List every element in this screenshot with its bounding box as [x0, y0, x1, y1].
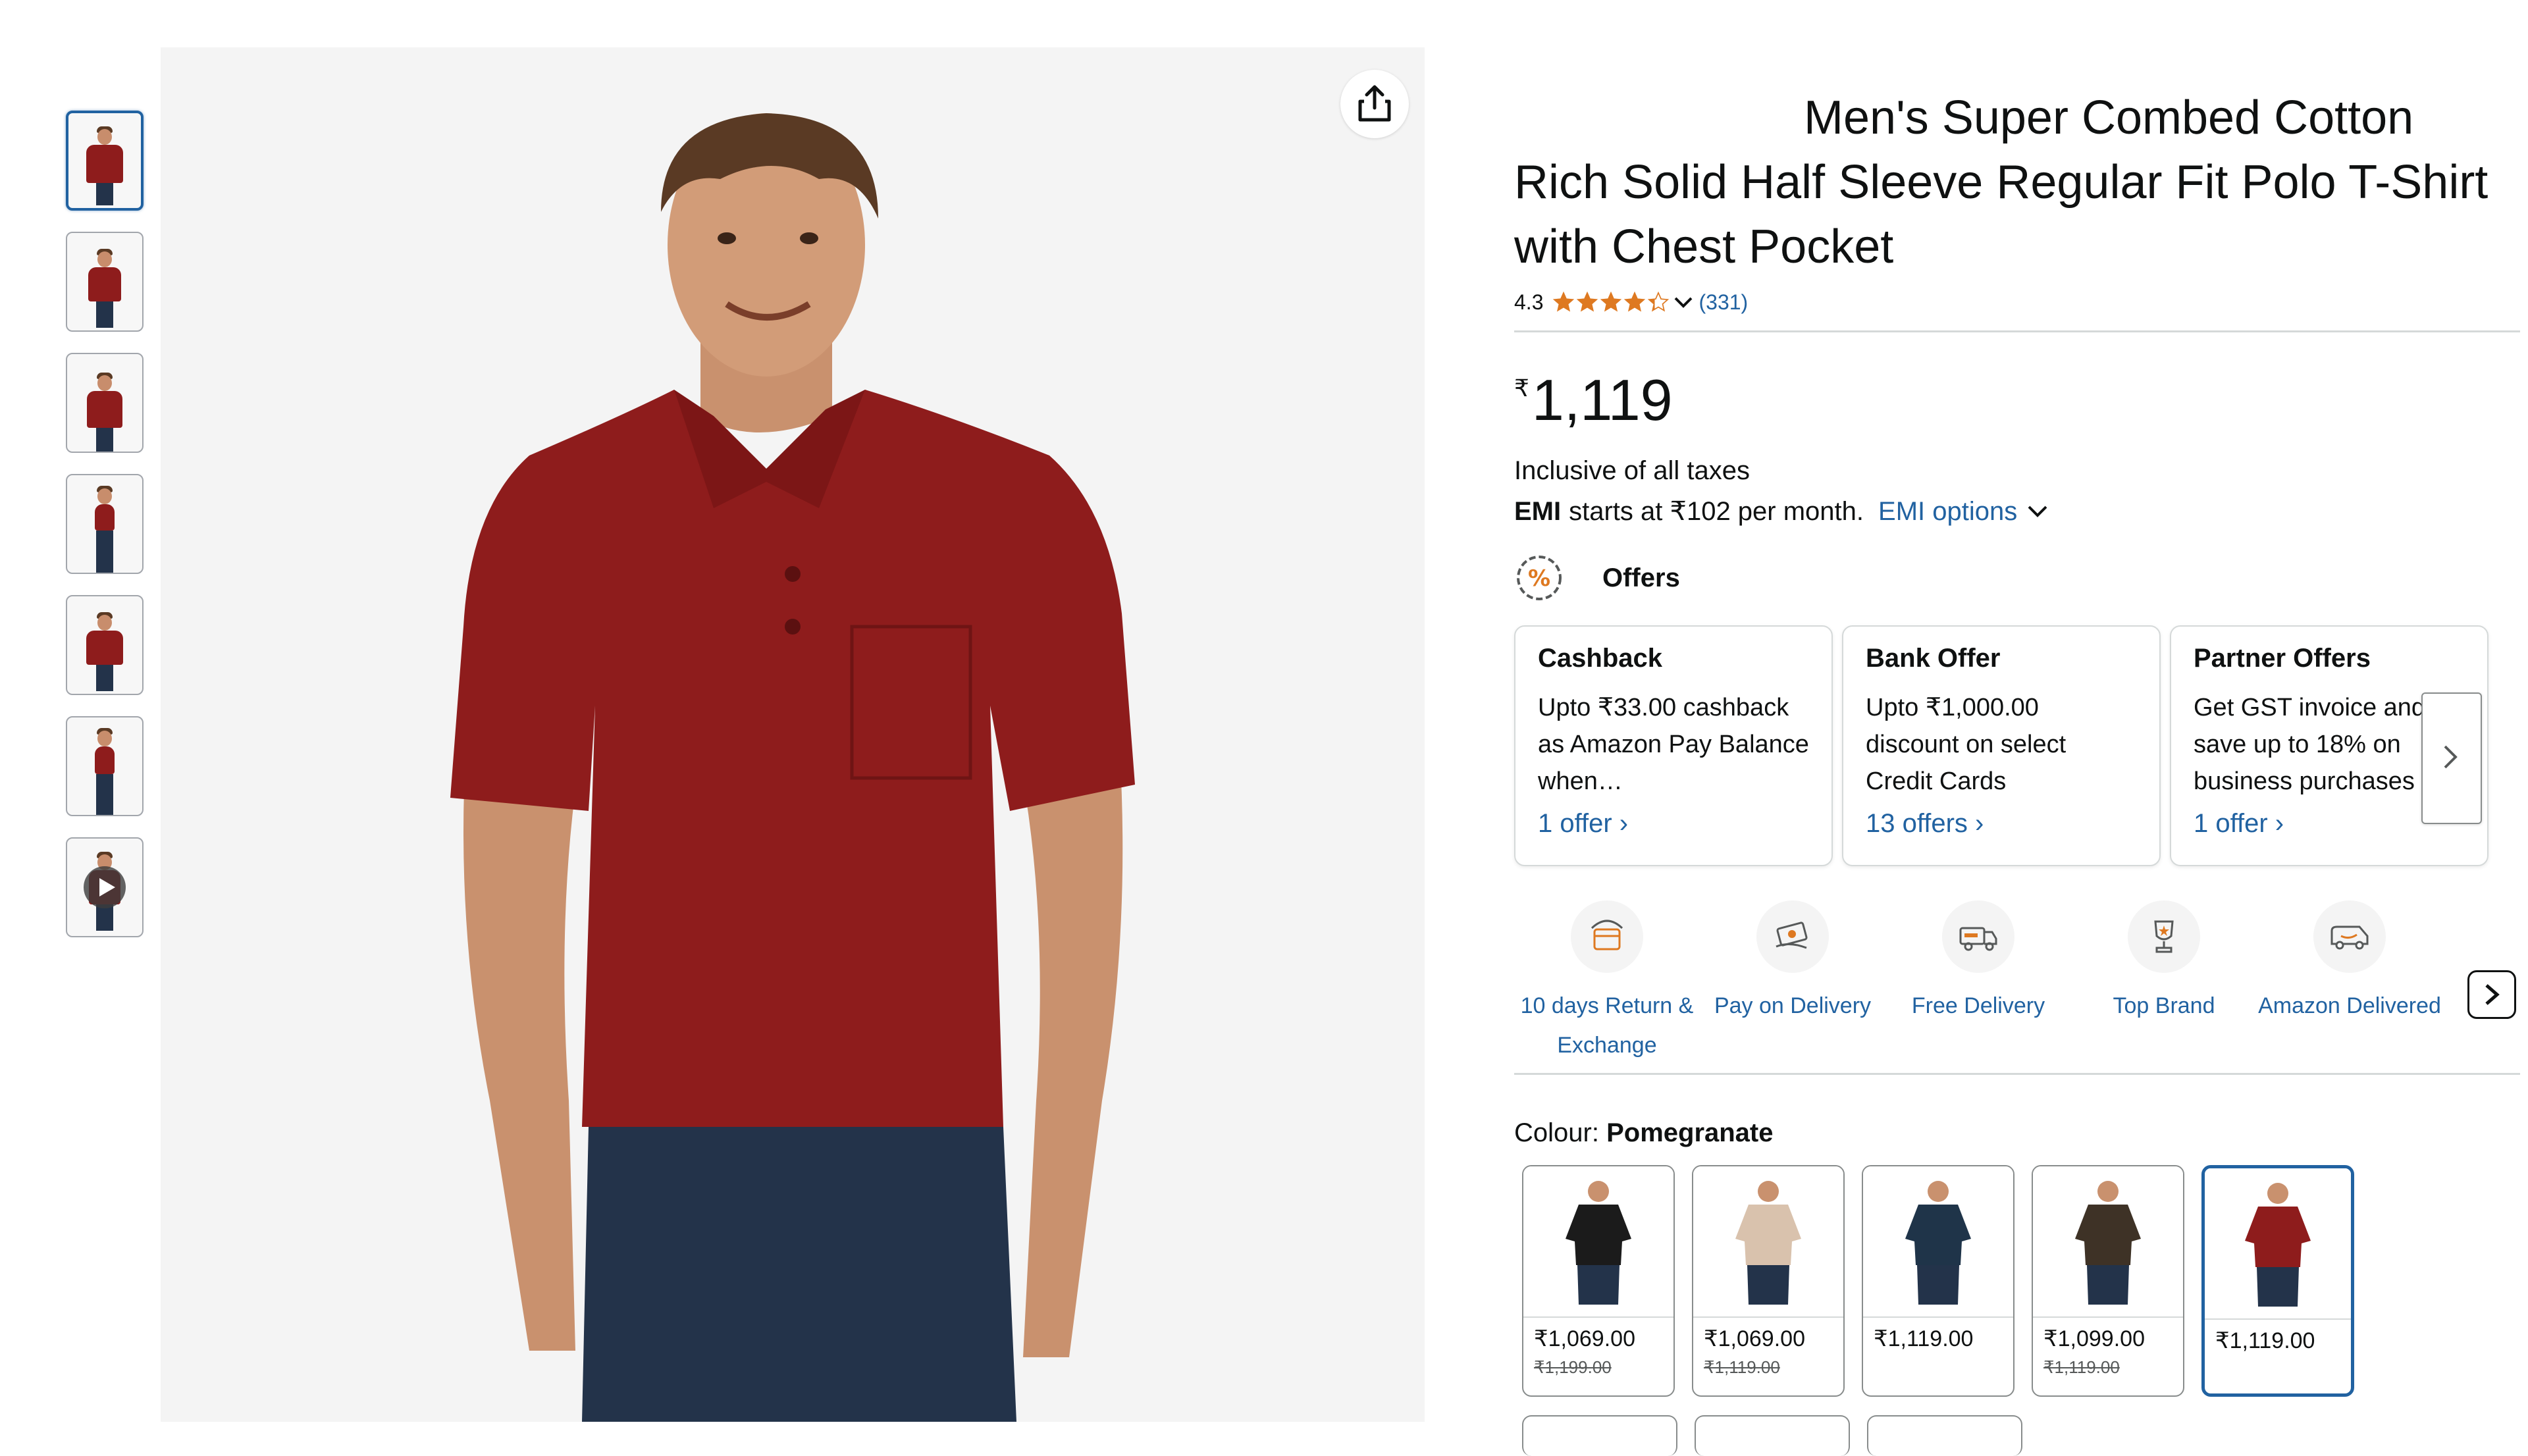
model-figure: [82, 603, 128, 694]
chevron-down-icon[interactable]: [2026, 504, 2049, 519]
return-box-icon: [1571, 900, 1643, 973]
feature-label: Top Brand: [2113, 993, 2215, 1018]
colour-swatch[interactable]: ₹1,069.00 ₹1,199.00: [1522, 1165, 1675, 1397]
swatch-image: [2205, 1168, 2351, 1320]
trophy-icon: [2128, 900, 2200, 973]
star-icon: [1624, 291, 1646, 312]
share-button[interactable]: [1340, 70, 1409, 138]
colour-label: Colour: Pomegranate: [1514, 1118, 1774, 1147]
offer-card[interactable]: Bank Offer Upto ₹1,000.00 discount on sel…: [1842, 625, 2161, 866]
model-figure: [82, 118, 128, 208]
svg-text:%: %: [1528, 565, 1550, 592]
divider: [1514, 330, 2520, 332]
chevron-down-icon[interactable]: [1673, 296, 1693, 309]
gallery-thumbnail[interactable]: [66, 232, 144, 332]
gallery-thumbnail[interactable]: [66, 474, 144, 574]
cash-hand-icon: [1756, 900, 1829, 973]
feature-badge[interactable]: Pay on Delivery: [1700, 900, 1885, 1073]
colour-swatch[interactable]: [1695, 1415, 1850, 1456]
swatch-mrp: ₹1,119.00: [1704, 1357, 1780, 1377]
features-next-button[interactable]: [2467, 970, 2516, 1019]
gallery-thumbnail[interactable]: [66, 353, 144, 453]
colour-swatch[interactable]: ₹1,119.00: [2201, 1165, 2354, 1397]
offer-card-title: Partner Offers: [2194, 644, 2371, 673]
gallery-video-thumbnail[interactable]: [66, 837, 144, 937]
feature-badge[interactable]: Amazon Delivered: [2257, 900, 2442, 1073]
model-figure: [82, 721, 128, 815]
swatch-mrp: ₹1,119.00: [2043, 1357, 2120, 1377]
amazon-van-icon: [2313, 900, 2386, 973]
offer-card-body: Upto ₹33.00 cashback as Amazon Pay Balan…: [1538, 694, 1809, 795]
colour-swatches-row-2: [1522, 1415, 2520, 1456]
product-details: Men's Super Combed Cotton Rich Solid Hal…: [1514, 86, 2520, 1456]
model-figure: [82, 479, 128, 573]
gallery-thumbnail[interactable]: [66, 716, 144, 816]
feature-badge[interactable]: Free Delivery: [1885, 900, 2071, 1073]
offers-heading: % Offers: [1514, 553, 2520, 603]
star-rating[interactable]: [1552, 291, 1670, 313]
swatch-mrp: ₹1,199.00: [1534, 1357, 1612, 1377]
chevron-right-icon: [2485, 984, 2500, 1005]
star-icon: [1577, 291, 1598, 312]
offer-card[interactable]: Cashback Upto ₹33.00 cashback as Amazon P…: [1514, 625, 1833, 866]
star-icon: [1648, 291, 1670, 312]
colour-swatch[interactable]: ₹1,119.00: [1862, 1165, 2014, 1397]
model-figure: [82, 362, 128, 452]
emi-row: EMI starts at ₹102 per month. EMI option…: [1514, 496, 2520, 527]
product-title: Men's Super Combed Cotton Rich Solid Hal…: [1514, 91, 2488, 273]
offer-percent-icon: %: [1517, 556, 1562, 600]
swatch-image: [1523, 1166, 1673, 1318]
gallery-thumbnail[interactable]: [66, 595, 144, 695]
swatch-price: ₹1,099.00: [2043, 1326, 2145, 1351]
emi-text: starts at ₹102 per month.: [1569, 497, 1864, 526]
share-icon: [1358, 85, 1391, 122]
offer-card-link[interactable]: 1 offer: [1538, 809, 1809, 839]
colour-swatch[interactable]: [1522, 1415, 1677, 1456]
delivery-truck-icon: [1942, 900, 2014, 973]
offer-card-link[interactable]: 13 offers: [1866, 809, 2137, 839]
tax-note: Inclusive of all taxes: [1514, 456, 1750, 485]
offer-card-title: Bank Offer: [1866, 644, 2001, 673]
offer-cards: Cashback Upto ₹33.00 cashback as Amazon P…: [1514, 625, 2520, 866]
swatch-price: ₹1,069.00: [1534, 1326, 1635, 1351]
colour-swatch[interactable]: ₹1,099.00 ₹1,119.00: [2032, 1165, 2184, 1397]
swatch-image: [2033, 1166, 2183, 1318]
rating-row: 4.3 (331): [1514, 287, 2520, 317]
play-icon: [84, 866, 126, 908]
swatch-price: ₹1,069.00: [1704, 1326, 1805, 1351]
model-photo: [450, 113, 1135, 1422]
colour-swatch[interactable]: ₹1,069.00 ₹1,119.00: [1692, 1165, 1845, 1397]
feature-badge[interactable]: Top Brand: [2071, 900, 2257, 1073]
swatch-image: [1693, 1166, 1843, 1318]
feature-label: 10 days Return & Exchange: [1520, 993, 1694, 1058]
chevron-right-icon: [2444, 745, 2458, 769]
emi-label: EMI: [1514, 496, 1562, 526]
thumbnail-strip: [66, 111, 146, 958]
feature-label: Free Delivery: [1911, 993, 2045, 1018]
rating-count-link[interactable]: (331): [1698, 290, 1748, 315]
main-product-image[interactable]: [161, 47, 1425, 1422]
colour-swatches: ₹1,069.00 ₹1,199.00 ₹1,069.00 ₹1,119.00 ₹1,1…: [1522, 1165, 2520, 1397]
star-icon: [1600, 291, 1622, 312]
rating-value: 4.3: [1514, 290, 1544, 314]
swatch-price: ₹1,119.00: [2215, 1328, 2315, 1353]
colour-swatch[interactable]: [1867, 1415, 2022, 1456]
price: ₹ 1,119: [1514, 371, 2520, 430]
feature-label: Amazon Delivered: [2258, 993, 2441, 1018]
swatch-price: ₹1,119.00: [1874, 1326, 1974, 1351]
model-figure: [82, 240, 128, 330]
offers-next-button[interactable]: [2421, 692, 2482, 824]
selected-colour: Pomegranate: [1606, 1118, 1774, 1147]
offer-card-title: Cashback: [1538, 644, 1662, 673]
gallery-thumbnail[interactable]: [66, 111, 144, 211]
feature-label: Pay on Delivery: [1714, 993, 1872, 1018]
swatch-image: [1863, 1166, 2013, 1318]
star-icon: [1553, 291, 1575, 312]
price-currency: ₹: [1514, 375, 1529, 402]
feature-badges: 10 days Return & Exchange Pay on Delivery…: [1514, 900, 2520, 1075]
price-amount: 1,119: [1531, 367, 1673, 432]
emi-options-link[interactable]: EMI options: [1878, 497, 2017, 527]
feature-badge[interactable]: 10 days Return & Exchange: [1514, 900, 1700, 1073]
offer-card-body: Upto ₹1,000.00 discount on select Credit…: [1866, 694, 2067, 795]
